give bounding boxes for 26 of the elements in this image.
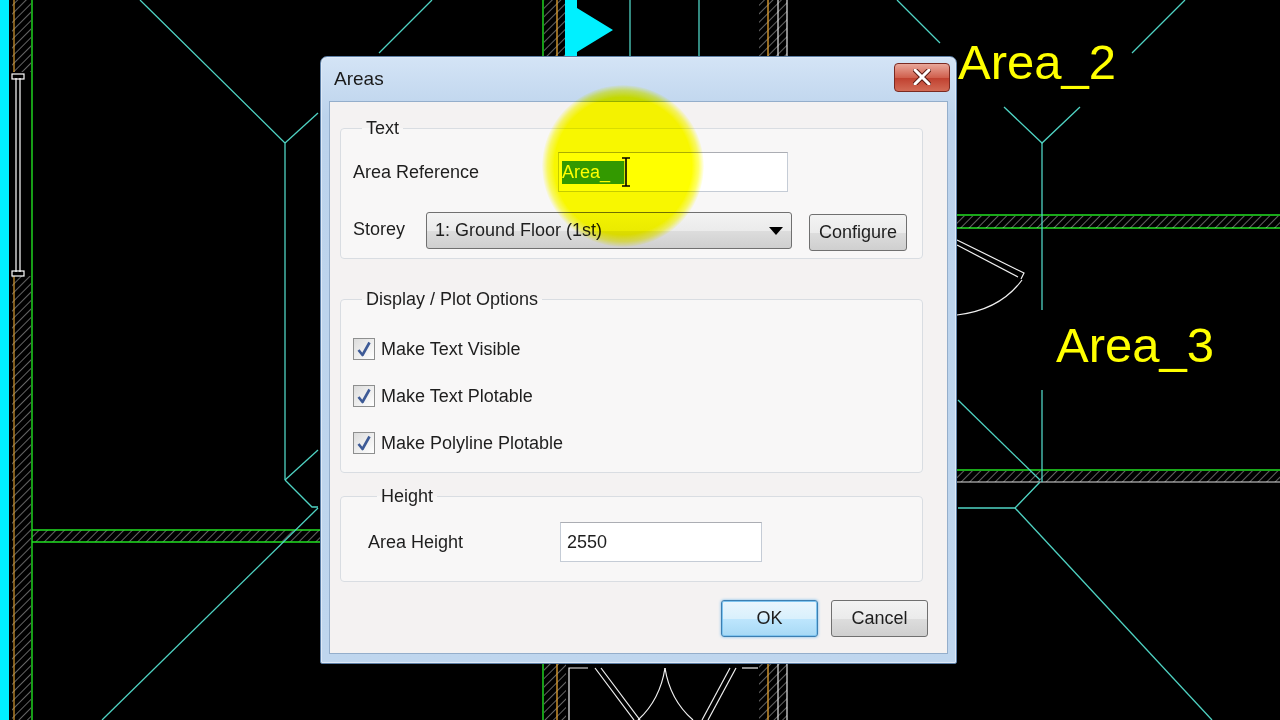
close-button[interactable] (894, 62, 950, 92)
area-label: Area_3 (1056, 321, 1214, 370)
cancel-button[interactable]: Cancel (831, 600, 928, 637)
checkbox[interactable] (353, 432, 375, 454)
checkbox-label: Make Text Plotable (381, 385, 533, 407)
group-title: Display / Plot Options (365, 289, 540, 309)
group-title: Height (380, 486, 435, 506)
window-title: Areas (334, 68, 384, 90)
field-label: Storey (353, 219, 407, 240)
checkbox[interactable] (353, 338, 375, 360)
checkbox-label: Make Text Visible (381, 338, 521, 360)
group-title: Text (365, 118, 400, 138)
area-label: Area_2 (958, 38, 1116, 87)
checkmark-icon (357, 435, 371, 451)
close-icon (913, 69, 931, 85)
text-cursor-icon (621, 157, 631, 187)
checkbox[interactable] (353, 385, 375, 407)
field-label: Area Reference (353, 161, 481, 183)
configure-button[interactable]: Configure (809, 214, 907, 251)
checkmark-icon (357, 341, 371, 357)
caret-icon (769, 226, 783, 235)
field-label: Area Height (368, 531, 465, 553)
checkbox-label: Make Polyline Plotable (381, 432, 564, 454)
checkmark-icon (357, 388, 371, 404)
area-height-field[interactable]: 2550 (560, 522, 762, 562)
ok-button[interactable]: OK (721, 600, 818, 637)
